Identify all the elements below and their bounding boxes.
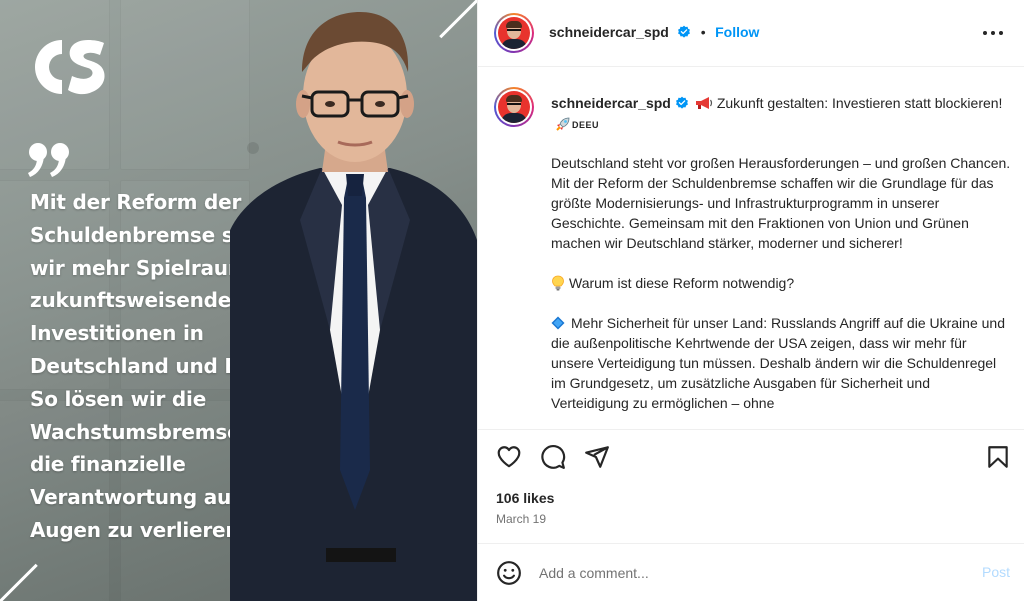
like-heart-icon[interactable] [496, 444, 522, 470]
person-portrait [230, 12, 477, 601]
header-user-row: schneidercar_spd • Follow [549, 24, 759, 42]
rocket-icon [556, 117, 570, 131]
post-date[interactable]: March 19 [496, 512, 546, 526]
caption-headline: Zukunft gestalten: Investieren statt blo… [716, 95, 1003, 111]
lightbulb-icon [552, 275, 564, 291]
caption-paragraph: Warum ist diese Reform notwendig? [551, 273, 1011, 293]
post-panel: schneidercar_spd • Follow schneidercar_s… [477, 0, 1024, 601]
follow-button[interactable]: Follow [715, 24, 759, 40]
share-send-icon[interactable] [584, 444, 610, 470]
comment-input[interactable] [539, 560, 939, 586]
comment-bar: Post [478, 543, 1024, 601]
caption-paragraph: Mehr Sicherheit für unser Land: Russland… [551, 313, 1011, 413]
verified-badge-icon [678, 25, 691, 38]
caption-username[interactable]: schneidercar_spd [551, 95, 671, 111]
post-comment-button[interactable]: Post [982, 564, 1010, 580]
caption-question: Warum ist diese Reform notwendig? [569, 275, 795, 291]
caption-avatar[interactable] [494, 87, 534, 127]
post-image[interactable]: Mit der Reform der Schuldenbremse schaff… [0, 0, 477, 601]
caption-paragraph: Deutschland steht vor großen Herausforde… [551, 155, 1011, 251]
caption-headline-row: schneidercar_spd Zukunft gestalten: Inve… [551, 93, 1006, 136]
caption-scroll-area[interactable]: schneidercar_spd Zukunft gestalten: Inve… [478, 67, 1024, 429]
megaphone-icon [695, 97, 712, 109]
emoji-smiley-icon[interactable] [496, 560, 522, 586]
save-bookmark-icon[interactable] [985, 444, 1011, 470]
post-header: schneidercar_spd • Follow [478, 0, 1024, 67]
blue-diamond-icon [551, 316, 565, 330]
cs-logo [34, 40, 105, 95]
flag-emoji-text: DEEU [572, 120, 600, 130]
comment-icon[interactable] [540, 444, 566, 470]
post-actions: 106 likes March 19 [478, 429, 1024, 543]
likes-count[interactable]: 106 likes [496, 490, 554, 506]
header-username[interactable]: schneidercar_spd [549, 24, 669, 40]
more-options-icon[interactable] [983, 22, 1005, 44]
header-separator: • [700, 24, 706, 40]
caption-body: Deutschland steht vor großen Herausforde… [551, 153, 1011, 429]
quotation-mark-icon [28, 143, 69, 177]
verified-badge-icon [675, 96, 688, 109]
avatar[interactable] [494, 13, 534, 53]
caption-security-text: Mehr Sicherheit für unser Land: Russland… [551, 315, 1005, 411]
